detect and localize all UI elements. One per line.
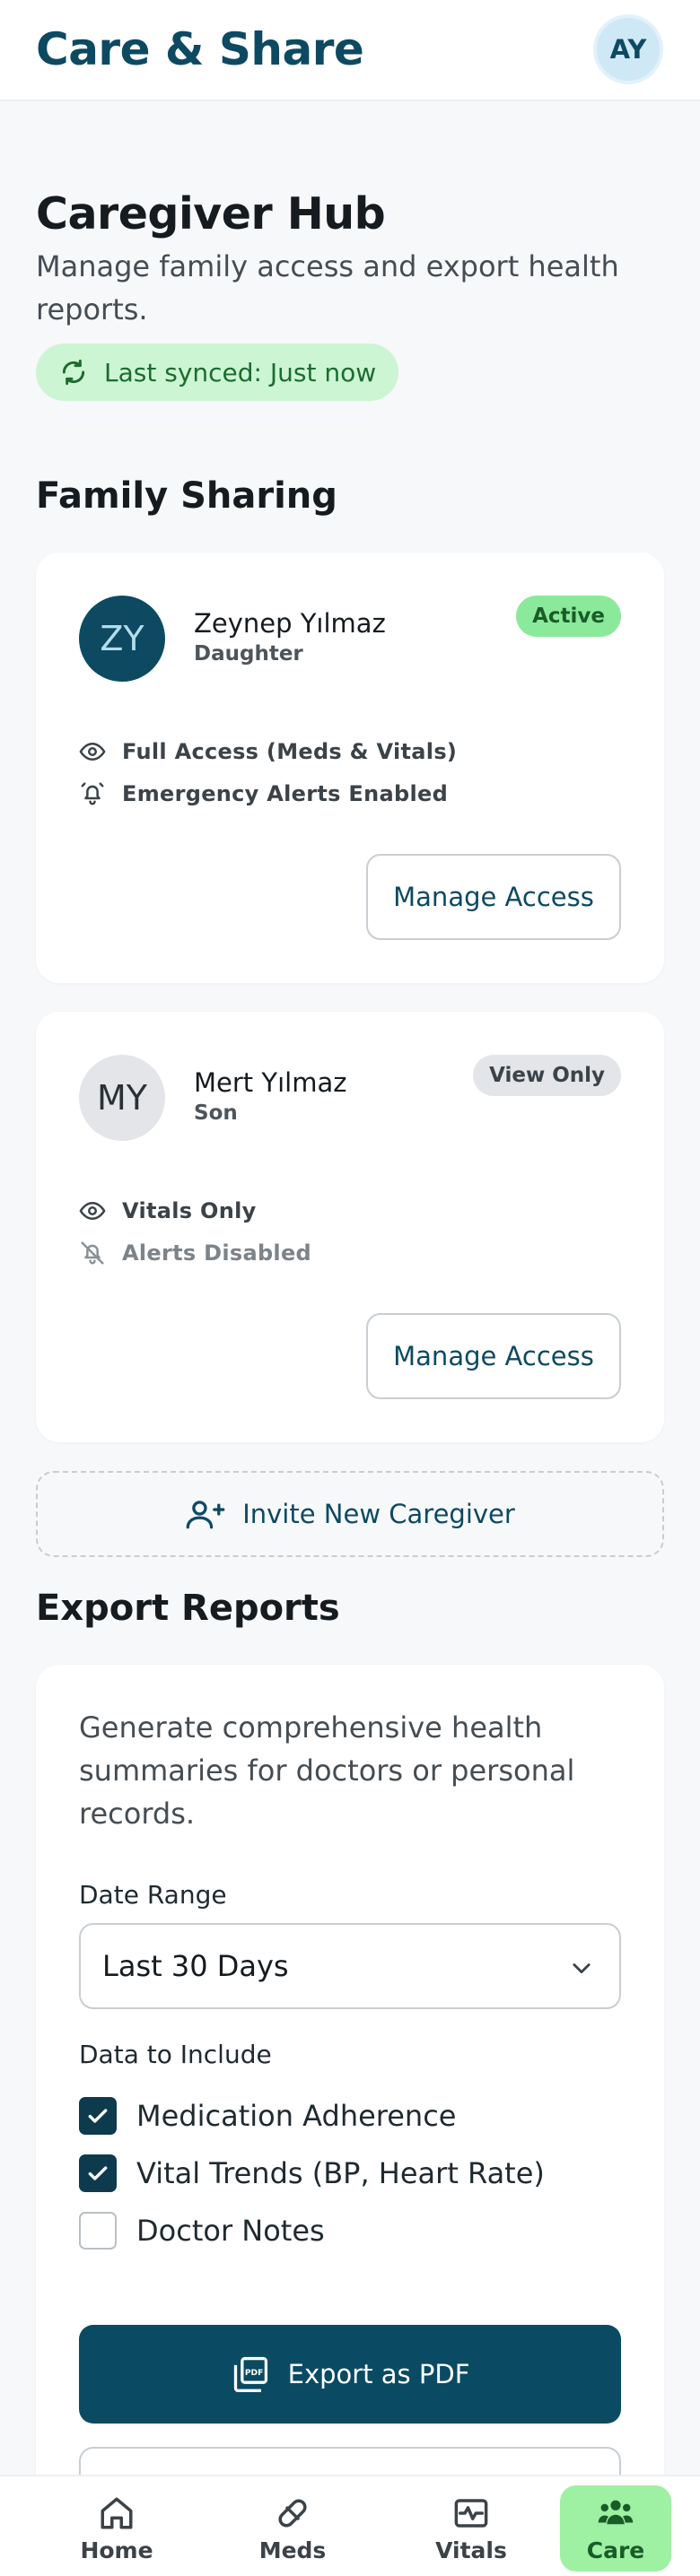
status-badge: Active <box>516 596 621 637</box>
date-range-select[interactable]: Last 30 Days <box>79 1923 621 2009</box>
caregiver-card: MY Mert Yılmaz Son View Only Vitals Only… <box>36 1012 664 1442</box>
page-subtitle: Manage family access and export health r… <box>36 249 619 326</box>
status-badge: View Only <box>473 1055 621 1096</box>
app-title: Care & Share <box>36 23 364 75</box>
date-range-value: Last 30 Days <box>102 1949 289 1983</box>
include-option-notes[interactable]: Doctor Notes <box>79 2212 325 2250</box>
sync-icon <box>62 359 85 386</box>
checkbox-checked[interactable] <box>79 2097 117 2135</box>
nav-item-meds[interactable]: Meds <box>237 2485 348 2572</box>
nav-label: Meds <box>258 2537 327 2563</box>
pill-icon <box>278 2498 307 2528</box>
svg-text:PDF: PDF <box>244 2368 263 2378</box>
pdf-file-icon: PDF <box>233 2356 267 2392</box>
include-option-medication[interactable]: Medication Adherence <box>79 2097 456 2135</box>
sync-status-text: Last synced: Just now <box>104 357 377 387</box>
caregiver-avatar: ZY <box>79 596 165 682</box>
checkbox-checked[interactable] <box>79 2154 117 2192</box>
page-title: Caregiver Hub <box>36 188 386 239</box>
sync-status-chip: Last synced: Just now <box>36 344 398 401</box>
nav-label: Vitals <box>435 2537 507 2563</box>
caregiver-card: ZY Zeynep Yılmaz Daughter Active Full Ac… <box>36 553 664 983</box>
family-sharing-title: Family Sharing <box>36 475 337 517</box>
nav-item-vitals[interactable]: Vitals <box>416 2485 527 2572</box>
app-bar: Care & Share AY <box>0 0 700 101</box>
caregiver-name: Mert Yılmaz <box>194 1067 347 1098</box>
alert-text: Emergency Alerts Enabled <box>122 781 449 806</box>
eye-icon <box>79 743 106 761</box>
access-text: Vitals Only <box>122 1198 257 1223</box>
export-reports-title: Export Reports <box>36 1588 340 1629</box>
caregiver-name: Zeynep Yılmaz <box>194 608 386 639</box>
vitals-icon <box>454 2498 488 2528</box>
include-option-vitals[interactable]: Vital Trends (BP, Heart Rate) <box>79 2154 545 2192</box>
manage-access-button[interactable]: Manage Access <box>366 854 621 940</box>
alert-text: Alerts Disabled <box>122 1240 312 1266</box>
bottom-nav: Home Meds Vitals Care <box>0 2475 700 2576</box>
nav-label: Care <box>586 2537 645 2563</box>
user-avatar[interactable]: AY <box>593 14 663 84</box>
date-range-label: Date Range <box>79 1880 227 1910</box>
manage-access-button[interactable]: Manage Access <box>366 1313 621 1399</box>
access-level: Full Access (Meds & Vitals) <box>79 735 457 768</box>
export-description: Generate comprehensive health summaries … <box>79 1710 575 1831</box>
invite-caregiver-button[interactable]: Invite New Caregiver <box>36 1471 664 1557</box>
nav-item-care[interactable]: Care <box>560 2485 671 2572</box>
check-icon <box>88 2166 108 2180</box>
alert-setting: Emergency Alerts Enabled <box>79 778 448 810</box>
add-user-icon <box>186 1501 225 1529</box>
caregiver-role: Daughter <box>194 642 303 666</box>
invite-label: Invite New Caregiver <box>242 1499 515 1529</box>
option-label: Vital Trends (BP, Heart Rate) <box>136 2156 545 2190</box>
export-card: Generate comprehensive health summaries … <box>36 1665 664 2576</box>
home-icon <box>101 2497 133 2528</box>
caregiver-avatar: MY <box>79 1055 165 1141</box>
access-level: Vitals Only <box>79 1195 257 1227</box>
checkbox-unchecked[interactable] <box>79 2212 117 2250</box>
eye-icon <box>79 1202 106 1220</box>
include-label: Data to Include <box>79 2040 272 2069</box>
export-pdf-label: Export as PDF <box>287 2359 470 2389</box>
bell-alarm-icon <box>81 782 104 805</box>
nav-label: Home <box>80 2537 153 2563</box>
access-text: Full Access (Meds & Vitals) <box>122 739 458 764</box>
option-label: Medication Adherence <box>136 2099 457 2133</box>
people-icon <box>598 2500 634 2524</box>
check-icon <box>88 2109 108 2123</box>
alert-setting: Alerts Disabled <box>79 1237 311 1269</box>
caregiver-role: Son <box>194 1101 238 1125</box>
option-label: Doctor Notes <box>136 2214 325 2248</box>
chevron-down-icon <box>573 1963 591 1974</box>
bell-off-icon <box>81 1241 104 1265</box>
nav-item-home[interactable]: Home <box>61 2485 172 2572</box>
export-pdf-button[interactable]: PDF Export as PDF <box>79 2325 621 2424</box>
